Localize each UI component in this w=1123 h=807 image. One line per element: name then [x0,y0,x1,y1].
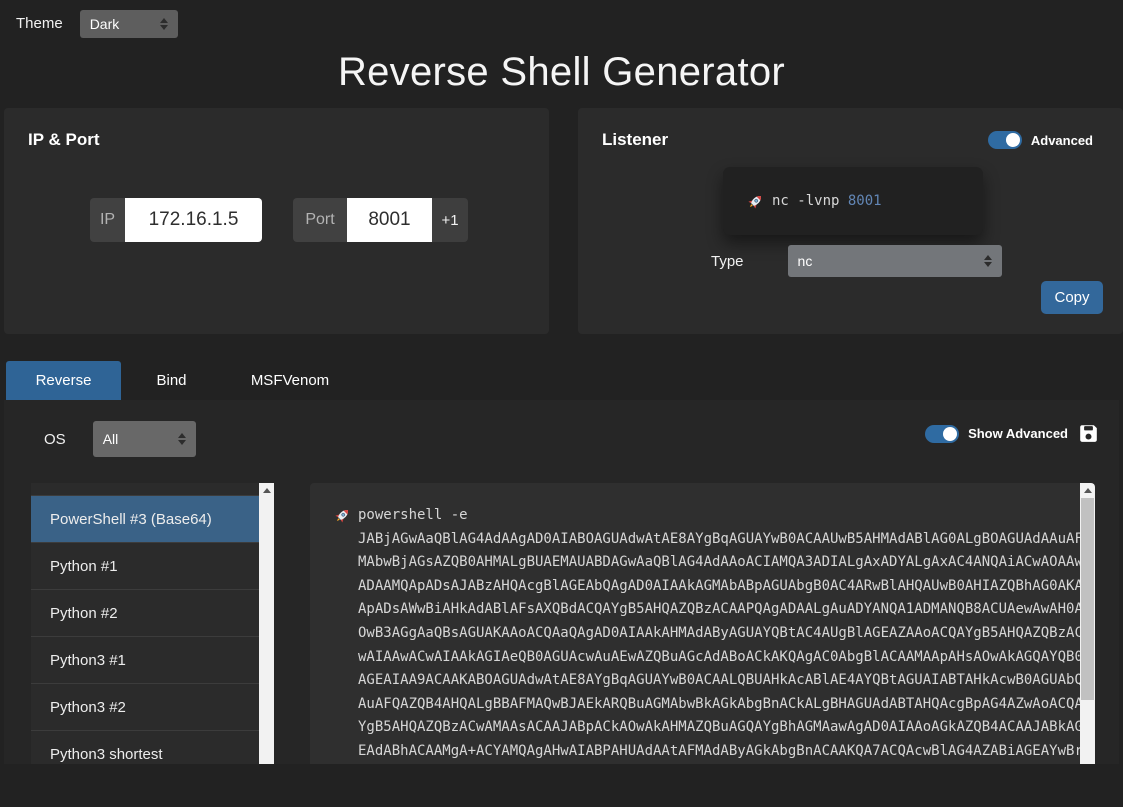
listener-type-select[interactable]: nc [788,245,1002,277]
ip-port-card: IP & Port IP Port +1 [4,108,549,334]
theme-select-value: Dark [90,16,146,32]
list-item-python2[interactable]: Python #2 [31,590,259,637]
reverse-tab-panel: OS All Show Advanced PowerShell #3 (Base… [4,400,1119,764]
os-label: OS [44,431,66,448]
list-item-powershell3-base64[interactable]: PowerShell #3 (Base64) [31,496,259,543]
list-item-python3-1[interactable]: Python3 #1 [31,637,259,684]
code-scrollbar[interactable] [1080,483,1095,764]
shell-tabs: Reverse Bind MSFVenom [6,361,1123,400]
tab-reverse[interactable]: Reverse [6,361,121,400]
list-item-python1[interactable]: Python #1 [31,543,259,590]
payload-base64: JABjAGwAaQBlAG4AdAAgAD0AIABOAGUAdwAtAE8A… [358,531,1083,764]
port-increment-button[interactable]: +1 [432,198,468,242]
theme-select[interactable]: Dark [80,10,178,38]
show-advanced-toggle[interactable] [925,425,959,443]
listener-type-value: nc [798,253,970,269]
port-input[interactable] [347,198,432,242]
select-arrows-icon [984,255,992,267]
tab-msfvenom[interactable]: MSFVenom [222,361,358,400]
os-select-value: All [103,431,164,447]
listener-heading: Listener [602,130,668,150]
port-input-group: Port +1 [293,198,468,242]
list-scrollbar[interactable] [259,483,274,764]
listener-command-port: 8001 [848,193,882,209]
shell-list: PowerShell #3 (Base64) Python #1 Python … [31,483,274,764]
listener-command-text: nc -lvnp [772,193,839,209]
port-label: Port [293,198,347,242]
listener-card: Listener Advanced nc -lvnp 8001 Type [578,108,1123,334]
floppy-disk-icon [1079,424,1098,443]
show-advanced-label: Show Advanced [968,426,1068,441]
payload-text: powershell -e JABjAGwAaQBlAG4AdAAgAD0AIA… [358,504,1085,764]
select-arrows-icon [160,18,168,30]
ip-label: IP [90,198,125,242]
copy-button[interactable]: Copy [1041,281,1103,314]
scroll-up-icon[interactable] [1080,483,1095,498]
listener-type-label: Type [711,253,744,270]
ip-input[interactable] [125,198,262,242]
list-item-python3-shortest[interactable]: Python3 shortest [31,731,259,764]
payload-code-block[interactable]: powershell -e JABjAGwAaQBlAG4AdAAgAD0AIA… [310,483,1095,764]
payload-command: powershell -e [358,507,468,523]
save-button[interactable] [1079,424,1098,443]
ip-input-group: IP [90,198,262,242]
toggle-knob [943,427,957,441]
listener-advanced-toggle[interactable] [988,131,1022,149]
list-item-python3-2[interactable]: Python3 #2 [31,684,259,731]
theme-row: Theme Dark [0,0,1123,38]
scroll-up-icon[interactable] [259,483,274,498]
theme-label: Theme [16,15,63,32]
code-scrollbar-thumb[interactable] [1081,498,1094,700]
list-item-partial[interactable] [31,483,259,496]
select-arrows-icon [178,433,186,445]
listener-command-box[interactable]: nc -lvnp 8001 [723,167,983,235]
page-title: Reverse Shell Generator [0,50,1123,95]
rocket-icon [747,193,764,210]
ip-port-heading: IP & Port [28,130,525,150]
rocket-icon [334,507,351,524]
os-select[interactable]: All [93,421,196,457]
toggle-knob [1006,133,1020,147]
listener-advanced-label: Advanced [1031,133,1093,148]
tab-bind[interactable]: Bind [121,361,222,400]
